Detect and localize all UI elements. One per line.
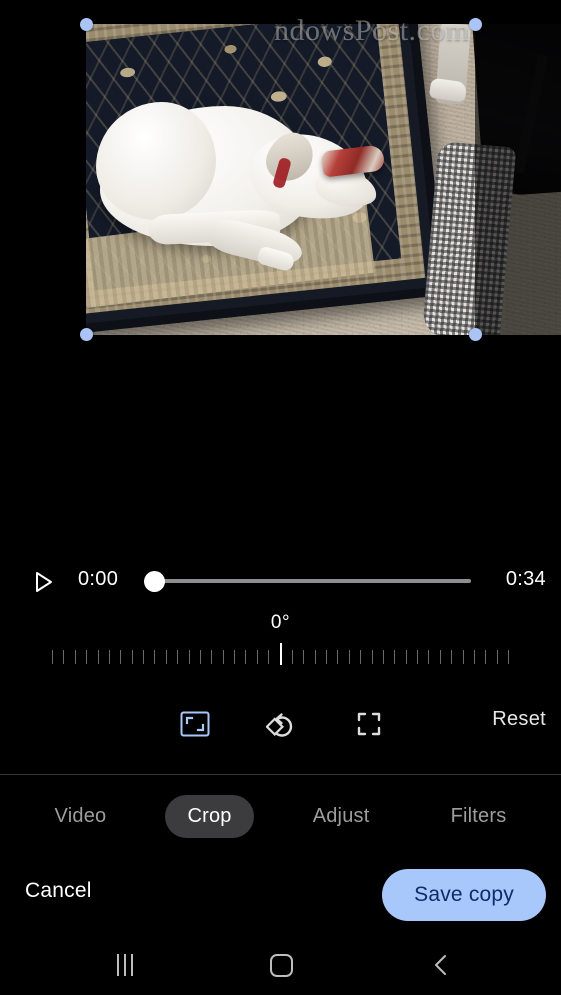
rotation-tick: [394, 650, 396, 664]
back-button[interactable]: [396, 935, 486, 995]
playback-track[interactable]: [155, 579, 471, 583]
rotation-tick: [188, 650, 190, 664]
tab-filters[interactable]: Filters: [429, 795, 529, 838]
playback-row: 0:00 0:34: [0, 561, 561, 603]
crop-tool-row: Reset: [0, 696, 561, 752]
reset-button[interactable]: Reset: [492, 708, 546, 731]
rotation-tick: [337, 650, 339, 664]
free-transform-button[interactable]: [341, 696, 397, 752]
rotation-tick: [177, 650, 179, 664]
rotation-tick: [348, 650, 350, 664]
total-time-label: 0:34: [505, 568, 546, 590]
rotation-tick: [222, 650, 224, 664]
dog-haunch: [96, 102, 216, 220]
play-button[interactable]: [31, 569, 57, 595]
rotation-tick: [108, 650, 110, 664]
video-frame: [86, 24, 561, 335]
crop-dim-overlay: [475, 24, 561, 335]
rotation-tick: [120, 650, 122, 664]
rotation-tick: [508, 650, 509, 664]
free-transform-icon: [357, 712, 381, 736]
video-editor-screen: ndowsPost.com 0:00 0:34 0° Reset Video C…: [0, 0, 561, 995]
save-copy-button[interactable]: Save copy: [382, 869, 546, 921]
cancel-button[interactable]: Cancel: [25, 879, 92, 903]
rotation-tick: [314, 650, 316, 664]
rotation-tick: [382, 650, 384, 664]
crop-handle-bottom-right[interactable]: [469, 328, 482, 341]
rotation-tick: [131, 650, 133, 664]
rotation-dial[interactable]: 0°: [0, 612, 561, 677]
rotation-tick: [63, 650, 65, 664]
rotation-tick: [405, 650, 407, 664]
aspect-ratio-icon: [180, 711, 210, 737]
rotation-tick-center: [279, 643, 282, 665]
rotation-tick: [326, 650, 327, 664]
rotation-tick: [143, 650, 144, 664]
rotation-tick: [234, 650, 235, 664]
rotate-icon: [266, 713, 293, 737]
home-icon: [269, 953, 293, 977]
tab-video[interactable]: Video: [33, 795, 129, 838]
rotation-tick: [256, 650, 258, 664]
rotation-tick: [496, 650, 498, 664]
rotation-tick: [417, 650, 418, 664]
rotation-tick: [165, 650, 167, 664]
rotation-tick: [451, 650, 453, 664]
rotation-tick: [86, 650, 88, 664]
crop-handle-top-right[interactable]: [469, 18, 482, 31]
rotation-tick: [371, 650, 373, 664]
rotation-value-label: 0°: [270, 612, 291, 633]
rotation-tick: [97, 650, 99, 664]
watermark: ndowsPost.com: [274, 14, 470, 47]
rotation-tick: [211, 650, 213, 664]
back-icon: [435, 955, 446, 975]
rotation-tick: [462, 650, 464, 664]
rotation-tick: [439, 650, 441, 664]
dog: [96, 84, 390, 273]
rotation-tick: [360, 650, 362, 664]
rotate-button[interactable]: [253, 696, 309, 752]
video-preview-area[interactable]: ndowsPost.com: [0, 0, 561, 500]
action-bar: Cancel Save copy: [0, 855, 561, 933]
aspect-ratio-button[interactable]: [167, 696, 223, 752]
tab-adjust[interactable]: Adjust: [291, 795, 392, 838]
playback-thumb[interactable]: [144, 571, 165, 592]
rotation-ticks[interactable]: [52, 643, 509, 672]
tab-crop[interactable]: Crop: [165, 794, 254, 838]
current-time-label: 0:00: [78, 568, 119, 590]
rotation-tick: [303, 650, 305, 664]
rotation-tick: [291, 650, 293, 664]
rotation-tick: [245, 650, 247, 664]
crop-handle-bottom-left[interactable]: [80, 328, 93, 341]
play-icon: [36, 572, 52, 592]
rotation-tick: [473, 650, 475, 664]
rotation-tick: [485, 650, 487, 664]
rotation-tick: [154, 650, 156, 664]
rotation-tick: [74, 650, 76, 664]
rotation-tick: [52, 650, 53, 664]
rotation-tick: [268, 650, 270, 664]
editor-tabs: Video Crop Adjust Filters: [0, 788, 561, 844]
home-button[interactable]: [236, 935, 326, 995]
section-divider: [0, 774, 561, 775]
android-navigation-bar: [0, 935, 561, 995]
recents-icon: [117, 954, 133, 976]
rotation-tick: [428, 650, 430, 664]
crop-handle-top-left[interactable]: [80, 18, 93, 31]
recents-button[interactable]: [80, 935, 170, 995]
rotation-tick: [199, 650, 201, 664]
